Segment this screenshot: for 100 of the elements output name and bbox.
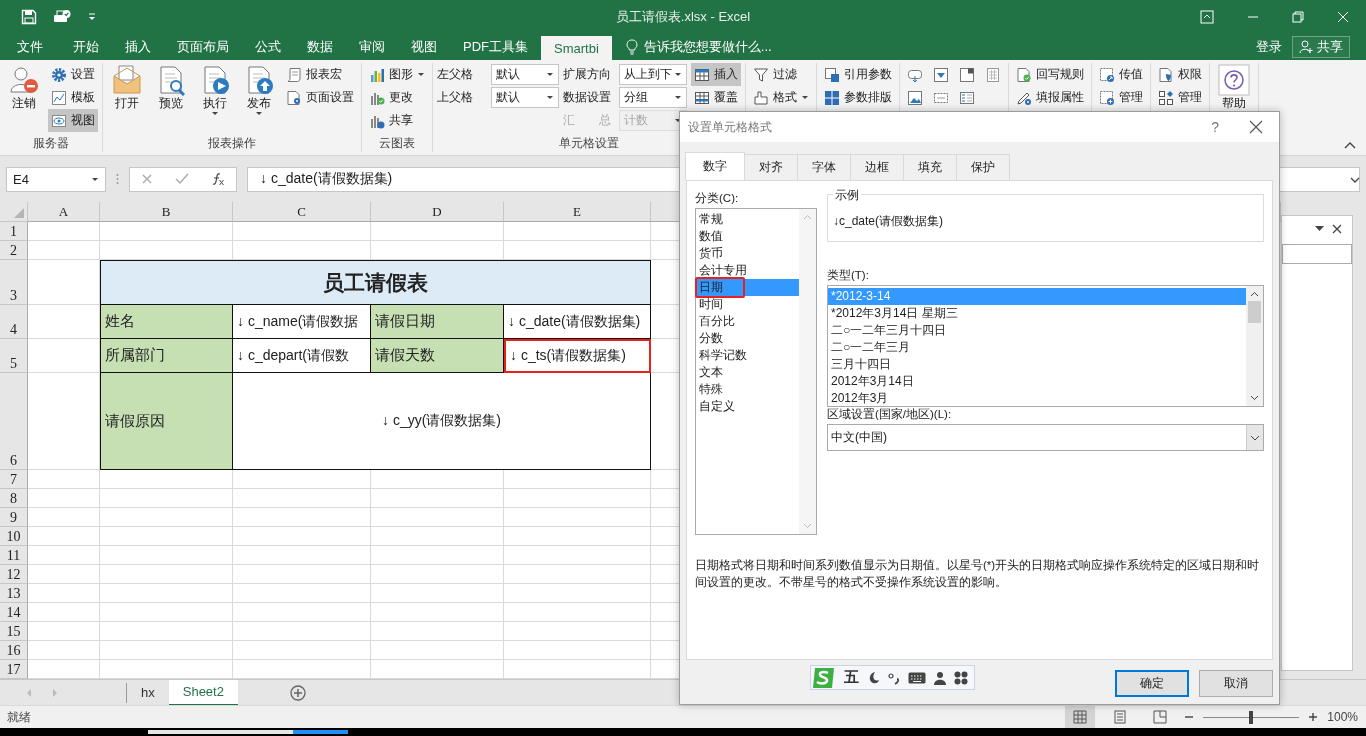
dropdown-field[interactable]: 从上到下 <box>619 64 687 85</box>
column-header[interactable]: C <box>233 202 371 222</box>
row-header[interactable]: 7 <box>0 470 28 489</box>
table-cell[interactable] <box>28 470 100 489</box>
ribbon-button[interactable]: 回写规则 <box>1013 63 1087 86</box>
row-header[interactable]: 9 <box>0 508 28 527</box>
row-header[interactable]: 8 <box>0 489 28 508</box>
dropdown-field[interactable]: 默认 <box>491 87 559 108</box>
dropdown-field[interactable]: 分组 <box>619 87 687 108</box>
row-header[interactable]: 6 <box>0 373 28 470</box>
table-cell[interactable] <box>371 489 504 508</box>
list-item[interactable]: 自定义 <box>696 398 799 415</box>
list-item[interactable]: 数值 <box>696 228 799 245</box>
table-cell[interactable] <box>504 584 651 603</box>
cancel-icon[interactable] <box>141 173 153 185</box>
ribbon-tab[interactable]: 开始 <box>60 34 112 60</box>
ribbon-button[interactable]: 设置 <box>48 63 98 86</box>
list-item[interactable]: 2012年3月 <box>828 390 1246 407</box>
tell-me-search[interactable]: 告诉我您想要做什么... <box>643 38 772 56</box>
printer-check-icon[interactable] <box>53 9 71 25</box>
select-all-icon[interactable] <box>14 208 24 218</box>
list-item[interactable]: 科学记数 <box>696 347 799 364</box>
ribbon-button[interactable]: 引用参数 <box>821 63 895 86</box>
ribbon-button[interactable]: 传值 <box>1096 63 1146 86</box>
type-list[interactable]: *2012-3-14 *2012年3月14日 星期三 二○一二年三月十四日 二○一二年三月 三月十四日 2012年3月14日 2012年3月 <box>827 285 1264 407</box>
ribbon-button[interactable]: 发布 <box>239 63 279 133</box>
dialog-button[interactable]: 取消 <box>1199 670 1273 697</box>
row-header[interactable]: 17 <box>0 660 28 679</box>
row-header[interactable]: 3 <box>0 260 28 305</box>
table-cell[interactable] <box>100 489 233 508</box>
table-cell[interactable] <box>504 641 651 660</box>
ribbon-button[interactable]: 模板 <box>48 86 98 109</box>
ribbon-button[interactable]: 更改 <box>366 86 428 109</box>
table-cell[interactable] <box>371 622 504 641</box>
column-header[interactable]: E <box>504 202 651 222</box>
ribbon-tab[interactable]: 文件 <box>0 34 60 60</box>
list-item[interactable]: 特殊 <box>696 381 799 398</box>
collapse-ribbon-icon[interactable] <box>1344 141 1356 149</box>
table-cell[interactable] <box>233 641 371 660</box>
table-cell[interactable] <box>233 489 371 508</box>
table-cell[interactable] <box>371 527 504 546</box>
table-cell[interactable] <box>504 489 651 508</box>
table-cell[interactable] <box>504 565 651 584</box>
column-header[interactable]: B <box>100 202 233 222</box>
ribbon-button[interactable]: 图形 <box>366 63 428 86</box>
scroll-up-icon[interactable] <box>1250 291 1259 297</box>
ribbon-tab[interactable]: 页面布局 <box>164 34 242 60</box>
list-item[interactable]: 2012年3月14日 <box>828 373 1246 390</box>
table-cell[interactable] <box>233 546 371 565</box>
table-cell[interactable] <box>100 603 233 622</box>
ribbon-button[interactable]: 格式 <box>750 86 812 109</box>
table-cell[interactable] <box>100 565 233 584</box>
table-cell[interactable] <box>504 603 651 622</box>
table-cell[interactable] <box>28 565 100 584</box>
list-item[interactable]: 货币 <box>696 245 799 262</box>
table-cell[interactable] <box>28 584 100 603</box>
category-list[interactable]: 常规 数值 货币 会计专用 日期 时间 百分比 分数 科学记数 文本 特殊 自定义 <box>695 208 817 535</box>
add-sheet-icon[interactable] <box>289 684 306 701</box>
row-header[interactable]: 16 <box>0 641 28 660</box>
list-item[interactable]: 时间 <box>696 296 799 313</box>
row-header[interactable]: 14 <box>0 603 28 622</box>
list-item[interactable]: 日期 <box>696 279 799 296</box>
input-mode-toggle[interactable]: 五 <box>844 668 859 687</box>
table-cell[interactable] <box>371 641 504 660</box>
ribbon-button[interactable]: 共享 <box>366 109 428 132</box>
table-cell[interactable] <box>233 584 371 603</box>
ribbon-tab[interactable]: 插入 <box>112 34 164 60</box>
dialog-button[interactable]: 确定 <box>1115 670 1189 697</box>
close-icon[interactable] <box>1332 224 1342 234</box>
customize-caret-icon[interactable] <box>87 13 97 21</box>
ribbon-display-icon[interactable] <box>1200 10 1214 24</box>
table-cell[interactable] <box>100 641 233 660</box>
ribbon-button[interactable]: 填报属性 <box>1013 86 1087 109</box>
table-cell[interactable] <box>371 603 504 622</box>
table-cell[interactable] <box>28 241 100 260</box>
table-cell[interactable] <box>100 546 233 565</box>
table-cell[interactable] <box>28 641 100 660</box>
table-cell[interactable] <box>233 603 371 622</box>
restore-icon[interactable] <box>1292 11 1304 23</box>
ribbon-button[interactable]: 注销 <box>4 63 44 133</box>
ribbon-tab[interactable]: PDF工具集 <box>450 34 541 60</box>
table-cell[interactable] <box>233 508 371 527</box>
table-cell[interactable] <box>100 527 233 546</box>
zoom-in-icon[interactable] <box>1309 713 1318 721</box>
table-cell[interactable] <box>371 565 504 584</box>
dialog-tab[interactable]: 保护 <box>956 154 1010 180</box>
taskbar-item[interactable] <box>148 730 293 734</box>
table-cell[interactable] <box>100 508 233 527</box>
table-cell[interactable] <box>233 527 371 546</box>
check-icon[interactable] <box>175 173 189 185</box>
row-header[interactable]: 5 <box>0 339 28 373</box>
punctuation-icon[interactable] <box>887 670 901 685</box>
ribbon-button[interactable]: 报表宏 <box>283 63 357 86</box>
ribbon-tab[interactable]: 数据 <box>294 34 346 60</box>
grid-icon[interactable] <box>954 670 968 685</box>
person-icon[interactable] <box>933 670 947 685</box>
ribbon-button[interactable]: 预览 <box>151 63 191 133</box>
table-cell[interactable] <box>28 222 100 241</box>
table-cell[interactable] <box>28 603 100 622</box>
table-cell[interactable] <box>504 622 651 641</box>
